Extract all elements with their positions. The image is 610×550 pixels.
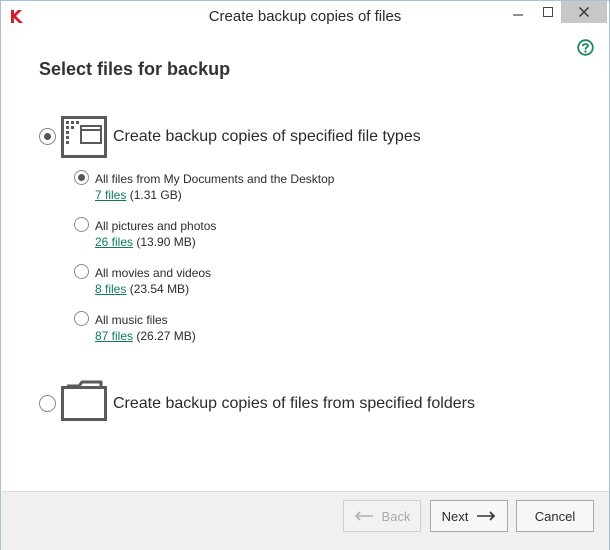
- music-files-link[interactable]: 87 files: [95, 329, 133, 343]
- documents-files-link[interactable]: 7 files: [95, 188, 126, 202]
- music-radio[interactable]: [74, 311, 89, 326]
- folder-icon: [61, 380, 107, 421]
- folders-radio[interactable]: [39, 395, 56, 412]
- folders-label: Create backup copies of files from speci…: [113, 395, 475, 412]
- file-types-radio[interactable]: [39, 128, 56, 145]
- cancel-label: Cancel: [534, 508, 576, 524]
- help-icon[interactable]: [577, 39, 594, 56]
- page-heading: Select files for backup: [39, 59, 231, 79]
- documents-info: 7 files (1.31 GB): [95, 188, 182, 202]
- movies-label: All movies and videos: [95, 266, 212, 280]
- pictures-size: (13.90 MB): [136, 235, 196, 249]
- documents-radio[interactable]: [74, 170, 89, 185]
- arrow-left-icon: [354, 511, 373, 521]
- pictures-files-link[interactable]: 26 files: [95, 235, 133, 249]
- maximize-button[interactable]: [535, 1, 561, 23]
- title-bar: Create backup copies of files: [1, 1, 609, 32]
- close-icon: [579, 7, 589, 17]
- music-size: (26.27 MB): [136, 329, 196, 343]
- minimize-button[interactable]: [501, 1, 535, 23]
- movies-size: (23.54 MB): [129, 282, 190, 296]
- movies-files-link[interactable]: 8 files: [95, 282, 126, 296]
- minimize-icon: [513, 14, 523, 16]
- cancel-button[interactable]: Cancel: [516, 500, 594, 532]
- movies-info: 8 files (23.54 MB): [95, 282, 189, 296]
- pictures-radio[interactable]: [74, 217, 89, 232]
- documents-size: (1.31 GB): [129, 188, 182, 202]
- documents-label: All files from My Documents and the Desk…: [95, 172, 335, 186]
- next-label: Next: [441, 508, 469, 524]
- music-label: All music files: [95, 313, 168, 327]
- window-grid-icon: [61, 116, 107, 158]
- file-types-label: Create backup copies of specified file t…: [113, 128, 421, 145]
- kaspersky-logo-icon: [11, 10, 23, 23]
- close-button[interactable]: [561, 1, 607, 23]
- back-button[interactable]: Back: [343, 500, 421, 532]
- backup-window: Create backup copies of files Select fil…: [0, 0, 610, 550]
- maximize-icon: [543, 7, 553, 17]
- movies-radio[interactable]: [74, 264, 89, 279]
- arrow-right-icon: [477, 511, 496, 521]
- pictures-label: All pictures and photos: [95, 219, 217, 233]
- back-label: Back: [381, 508, 411, 524]
- pictures-info: 26 files (13.90 MB): [95, 235, 196, 249]
- music-info: 87 files (26.27 MB): [95, 329, 196, 343]
- next-button[interactable]: Next: [430, 500, 508, 532]
